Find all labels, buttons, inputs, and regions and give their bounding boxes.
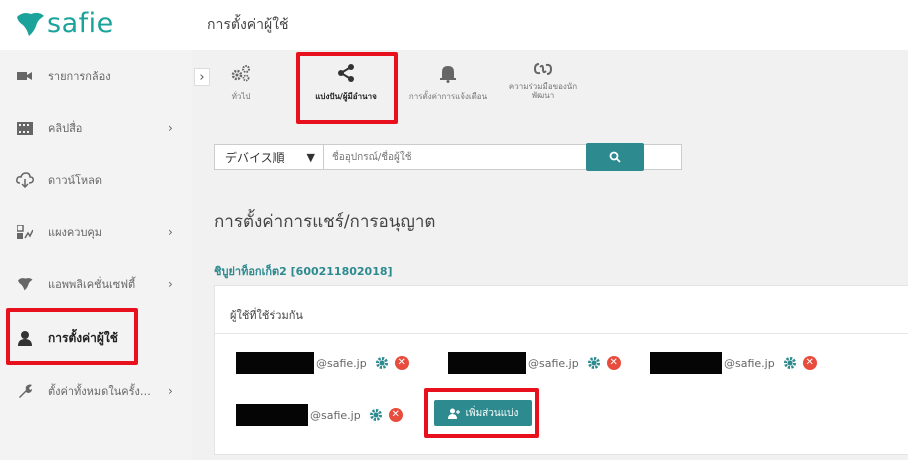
shared-user-entry: @safie.jp ✕ bbox=[236, 404, 403, 426]
shared-user-entry: @safie.jp ✕ bbox=[236, 352, 409, 374]
redacted-username bbox=[236, 352, 314, 374]
remove-user-icon[interactable]: ✕ bbox=[606, 356, 621, 370]
add-share-button[interactable]: เพิ่มส่วนแบ่ง bbox=[434, 400, 532, 426]
safie-leaf-icon bbox=[17, 12, 44, 36]
tab-notification-settings[interactable]: การตั้งค่าการแจ้งเตือน bbox=[398, 52, 498, 120]
link-icon bbox=[532, 58, 554, 80]
sidebar-item-dashboard[interactable]: แผงควบคุม › bbox=[0, 206, 192, 258]
user-email: @safie.jp bbox=[316, 356, 367, 370]
sidebar-toggle-button[interactable]: › bbox=[194, 68, 210, 86]
sidebar-item-label: ตั้งค่าทั้งหมดในครั้ง… bbox=[48, 385, 151, 398]
magnifier-icon bbox=[609, 151, 621, 163]
wrench-icon bbox=[16, 382, 34, 400]
sidebar-item-label: คลิปสื่อ bbox=[48, 122, 83, 135]
redacted-username bbox=[448, 352, 526, 374]
add-user-icon bbox=[447, 408, 460, 419]
dashboard-icon bbox=[16, 223, 34, 241]
sidebar-item-camera-list[interactable]: รายการกล้อง bbox=[0, 50, 192, 102]
shared-user-entry: @safie.jp ✕ bbox=[448, 352, 621, 374]
page-title: การตั้งค่าผู้ใช้ bbox=[207, 17, 289, 33]
tab-label: การตั้งค่าการแจ้งเตือน bbox=[408, 92, 488, 101]
film-icon bbox=[16, 119, 34, 137]
shared-users-title: ผู้ใช้ที่ใช้ร่วมกัน bbox=[230, 309, 303, 322]
sidebar-item-safie-apps[interactable]: แอพพลิเคชั่นเซฟตี้ › bbox=[0, 258, 192, 310]
share-icon bbox=[335, 62, 357, 84]
sidebar-item-label: แอพพลิเคชั่นเซฟตี้ bbox=[48, 278, 136, 291]
chevron-down-icon: ▼ bbox=[306, 150, 315, 164]
sidebar-item-label: การตั้งค่าผู้ใช้ bbox=[48, 330, 118, 345]
sort-select-value: デバイス順 bbox=[225, 150, 285, 165]
chevron-right-icon: › bbox=[168, 277, 173, 291]
shared-user-entry: @safie.jp ✕ bbox=[650, 352, 817, 374]
gear-icon[interactable] bbox=[587, 356, 601, 370]
tab-general[interactable]: ทั่วไป bbox=[218, 52, 264, 120]
sidebar-item-user-settings[interactable]: การตั้งค่าผู้ใช้ bbox=[0, 312, 192, 364]
bell-icon bbox=[437, 62, 459, 84]
chevron-right-icon: › bbox=[168, 225, 173, 239]
chevron-right-icon: › bbox=[168, 121, 173, 135]
sidebar-item-bulk-settings[interactable]: ตั้งค่าทั้งหมดในครั้ง… › bbox=[0, 365, 192, 417]
remove-user-icon[interactable]: ✕ bbox=[802, 356, 817, 370]
device-name-link[interactable]: ชิบูย่าท็อกเก็ต2 [600211802018] bbox=[214, 262, 393, 280]
tab-label: ความร่วมมือของนัก bbox=[508, 82, 578, 91]
sort-select[interactable]: デバイス順 ▼ bbox=[214, 144, 324, 170]
sidebar-item-media-clips[interactable]: คลิปสื่อ › bbox=[0, 102, 192, 154]
gear-icon[interactable] bbox=[783, 356, 797, 370]
remove-user-icon[interactable]: ✕ bbox=[388, 408, 403, 422]
user-email: @safie.jp bbox=[528, 356, 579, 370]
user-icon bbox=[16, 329, 34, 347]
redacted-username bbox=[236, 404, 308, 426]
chevron-right-icon: › bbox=[168, 384, 173, 398]
tab-share-permissions[interactable]: แบ่งปัน/ผู้มีอำนาจ bbox=[296, 52, 396, 120]
tab-label: แบ่งปัน/ผู้มีอำนาจ bbox=[315, 92, 377, 101]
tab-label-line2: พัฒนา bbox=[531, 91, 555, 100]
user-email: @safie.jp bbox=[724, 356, 775, 370]
video-camera-icon bbox=[16, 67, 34, 85]
section-title: การตั้งค่าการแชร์/การอนุญาต bbox=[214, 212, 436, 232]
user-email: @safie.jp bbox=[310, 408, 361, 422]
redacted-username bbox=[650, 352, 722, 374]
gear-icon[interactable] bbox=[375, 356, 389, 370]
sidebar-item-label: รายการกล้อง bbox=[48, 70, 111, 83]
cloud-download-icon bbox=[16, 171, 34, 189]
safie-leaf-icon bbox=[16, 275, 34, 293]
safie-logo[interactable]: safie bbox=[15, 8, 114, 39]
sidebar-item-label: แผงควบคุม bbox=[48, 226, 103, 239]
tab-developer-collaboration[interactable]: ความร่วมมือของนัก พัฒนา bbox=[498, 52, 588, 120]
remove-user-icon[interactable]: ✕ bbox=[394, 356, 409, 370]
tab-label: ทั่วไป bbox=[231, 92, 251, 101]
gear-icon[interactable] bbox=[369, 408, 383, 422]
gears-icon bbox=[230, 62, 252, 84]
top-bar: safie การตั้งค่าผู้ใช้ bbox=[0, 0, 908, 50]
sidebar-item-download[interactable]: ดาวน์โหลด bbox=[0, 154, 192, 206]
divider bbox=[214, 333, 908, 334]
sidebar-item-label: ดาวน์โหลด bbox=[48, 174, 103, 187]
logo-text: safie bbox=[47, 8, 114, 39]
add-share-label: เพิ่มส่วนแบ่ง bbox=[465, 407, 519, 419]
search-button[interactable] bbox=[586, 143, 644, 171]
